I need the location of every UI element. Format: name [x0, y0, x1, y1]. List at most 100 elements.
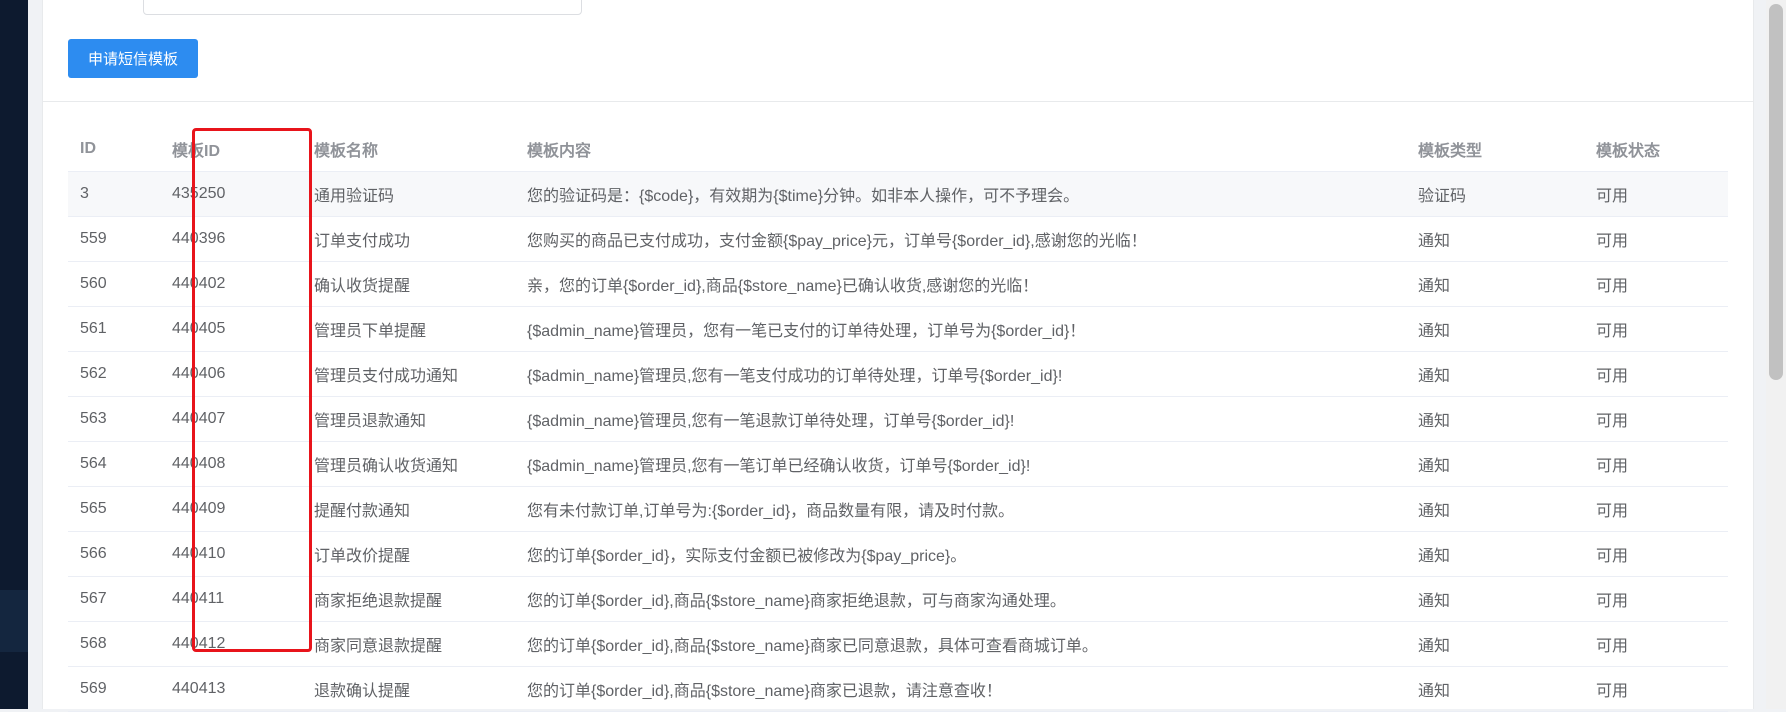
cell-template-status: 可用 — [1584, 306, 1728, 352]
cell-template-name: 管理员退款通知 — [302, 396, 515, 442]
cell-id: 565 — [68, 486, 160, 532]
column-header-template-status[interactable]: 模板状态 — [1584, 127, 1728, 172]
table-row[interactable]: 569 440413 退款确认提醒 您的订单{$order_id},商品{$st… — [68, 666, 1728, 712]
cell-id: 560 — [68, 261, 160, 307]
cell-id: 559 — [68, 216, 160, 262]
sidebar — [0, 0, 28, 709]
cell-template-name: 管理员下单提醒 — [302, 306, 515, 352]
cell-template-id: 435250 — [160, 171, 302, 217]
cell-template-status: 可用 — [1584, 261, 1728, 307]
cell-template-type: 通知 — [1406, 486, 1584, 532]
cell-id: 569 — [68, 666, 160, 712]
cell-template-content: 您的订单{$order_id},商品{$store_name}商家已同意退款，具… — [515, 621, 1406, 667]
cell-id: 564 — [68, 441, 160, 487]
cell-template-status: 可用 — [1584, 531, 1728, 577]
cell-template-name: 提醒付款通知 — [302, 486, 515, 532]
divider — [43, 101, 1753, 102]
cell-template-content: 您的验证码是：{$code}，有效期为{$time}分钟。如非本人操作，可不予理… — [515, 171, 1406, 217]
apply-sms-template-button[interactable]: 申请短信模板 — [68, 39, 198, 78]
table-row[interactable]: 561 440405 管理员下单提醒 {$admin_name}管理员，您有一笔… — [68, 306, 1728, 352]
cell-template-name: 订单改价提醒 — [302, 531, 515, 577]
cell-template-type: 通知 — [1406, 261, 1584, 307]
cell-template-id: 440405 — [160, 306, 302, 352]
column-header-id[interactable]: ID — [68, 127, 160, 172]
column-header-template-type[interactable]: 模板类型 — [1406, 127, 1584, 172]
cell-template-status: 可用 — [1584, 441, 1728, 487]
cell-template-type: 通知 — [1406, 351, 1584, 397]
scrollbar-track[interactable] — [1766, 0, 1786, 709]
cell-template-id: 440410 — [160, 531, 302, 577]
table-row[interactable]: 568 440412 商家同意退款提醒 您的订单{$order_id},商品{$… — [68, 621, 1728, 667]
table-row[interactable]: 565 440409 提醒付款通知 您有未付款订单,订单号为:{$order_i… — [68, 486, 1728, 532]
cell-template-status: 可用 — [1584, 216, 1728, 262]
cell-id: 561 — [68, 306, 160, 352]
column-header-template-name[interactable]: 模板名称 — [302, 127, 515, 172]
table-row[interactable]: 560 440402 确认收货提醒 亲，您的订单{$order_id},商品{$… — [68, 261, 1728, 307]
scrollbar-thumb[interactable] — [1769, 4, 1783, 380]
cell-id: 563 — [68, 396, 160, 442]
cell-template-status: 可用 — [1584, 396, 1728, 442]
cell-template-type: 通知 — [1406, 396, 1584, 442]
cell-template-name: 商家拒绝退款提醒 — [302, 576, 515, 622]
cell-template-content: 您的订单{$order_id},商品{$store_name}商家拒绝退款，可与… — [515, 576, 1406, 622]
cell-id: 3 — [68, 171, 160, 217]
cell-template-content: 您的订单{$order_id}，实际支付金额已被修改为{$pay_price}。 — [515, 531, 1406, 577]
cell-template-id: 440411 — [160, 576, 302, 622]
content-card: 申请短信模板 ID 模板ID 模板名称 模板内容 模板类型 模板状态 3 435… — [42, 0, 1754, 712]
cell-id: 567 — [68, 576, 160, 622]
cell-template-content: {$admin_name}管理员,您有一笔支付成功的订单待处理，订单号{$ord… — [515, 351, 1406, 397]
sidebar-active-item[interactable] — [0, 590, 28, 652]
cell-template-id: 440409 — [160, 486, 302, 532]
cell-template-id: 440413 — [160, 666, 302, 712]
cell-template-type: 通知 — [1406, 306, 1584, 352]
cell-id: 566 — [68, 531, 160, 577]
table-row[interactable]: 3 435250 通用验证码 您的验证码是：{$code}，有效期为{$time… — [68, 171, 1728, 217]
cell-template-status: 可用 — [1584, 351, 1728, 397]
cell-template-type: 通知 — [1406, 216, 1584, 262]
cell-template-content: {$admin_name}管理员，您有一笔已支付的订单待处理，订单号为{$ord… — [515, 306, 1406, 352]
cell-template-type: 验证码 — [1406, 171, 1584, 217]
cell-template-name: 管理员支付成功通知 — [302, 351, 515, 397]
cell-template-type: 通知 — [1406, 621, 1584, 667]
cell-template-name: 订单支付成功 — [302, 216, 515, 262]
table-row[interactable]: 563 440407 管理员退款通知 {$admin_name}管理员,您有一笔… — [68, 396, 1728, 442]
table-row[interactable]: 567 440411 商家拒绝退款提醒 您的订单{$order_id},商品{$… — [68, 576, 1728, 622]
cell-template-status: 可用 — [1584, 171, 1728, 217]
cell-template-name: 管理员确认收货通知 — [302, 441, 515, 487]
cell-template-status: 可用 — [1584, 666, 1728, 712]
cell-template-content: {$admin_name}管理员,您有一笔订单已经确认收货，订单号{$order… — [515, 441, 1406, 487]
table-row[interactable]: 564 440408 管理员确认收货通知 {$admin_name}管理员,您有… — [68, 441, 1728, 487]
search-input[interactable] — [143, 0, 582, 15]
cell-template-name: 商家同意退款提醒 — [302, 621, 515, 667]
cell-template-id: 440402 — [160, 261, 302, 307]
cell-id: 562 — [68, 351, 160, 397]
cell-template-name: 确认收货提醒 — [302, 261, 515, 307]
cell-template-id: 440408 — [160, 441, 302, 487]
table-row[interactable]: 559 440396 订单支付成功 您购买的商品已支付成功，支付金额{$pay_… — [68, 216, 1728, 262]
cell-id: 568 — [68, 621, 160, 667]
cell-template-id: 440412 — [160, 621, 302, 667]
cell-template-id: 440407 — [160, 396, 302, 442]
cell-template-content: 亲，您的订单{$order_id},商品{$store_name}已确认收货,感… — [515, 261, 1406, 307]
cell-template-type: 通知 — [1406, 666, 1584, 712]
cell-template-status: 可用 — [1584, 576, 1728, 622]
cell-template-type: 通知 — [1406, 576, 1584, 622]
cell-template-status: 可用 — [1584, 621, 1728, 667]
cell-template-content: 您有未付款订单,订单号为:{$order_id}，商品数量有限，请及时付款。 — [515, 486, 1406, 532]
cell-template-id: 440396 — [160, 216, 302, 262]
cell-template-content: 您的订单{$order_id},商品{$store_name}商家已退款，请注意… — [515, 666, 1406, 712]
cell-template-type: 通知 — [1406, 531, 1584, 577]
cell-template-id: 440406 — [160, 351, 302, 397]
cell-template-name: 退款确认提醒 — [302, 666, 515, 712]
cell-template-content: {$admin_name}管理员,您有一笔退款订单待处理，订单号{$order_… — [515, 396, 1406, 442]
table-row[interactable]: 562 440406 管理员支付成功通知 {$admin_name}管理员,您有… — [68, 351, 1728, 397]
cell-template-status: 可用 — [1584, 486, 1728, 532]
column-header-template-id[interactable]: 模板ID — [160, 127, 302, 172]
column-header-template-content[interactable]: 模板内容 — [515, 127, 1406, 172]
table-row[interactable]: 566 440410 订单改价提醒 您的订单{$order_id}，实际支付金额… — [68, 531, 1728, 577]
table-header: ID 模板ID 模板名称 模板内容 模板类型 模板状态 — [68, 127, 1728, 172]
sms-template-table: ID 模板ID 模板名称 模板内容 模板类型 模板状态 3 435250 通用验… — [68, 127, 1728, 712]
cell-template-content: 您购买的商品已支付成功，支付金额{$pay_price}元，订单号{$order… — [515, 216, 1406, 262]
cell-template-type: 通知 — [1406, 441, 1584, 487]
cell-template-name: 通用验证码 — [302, 171, 515, 217]
